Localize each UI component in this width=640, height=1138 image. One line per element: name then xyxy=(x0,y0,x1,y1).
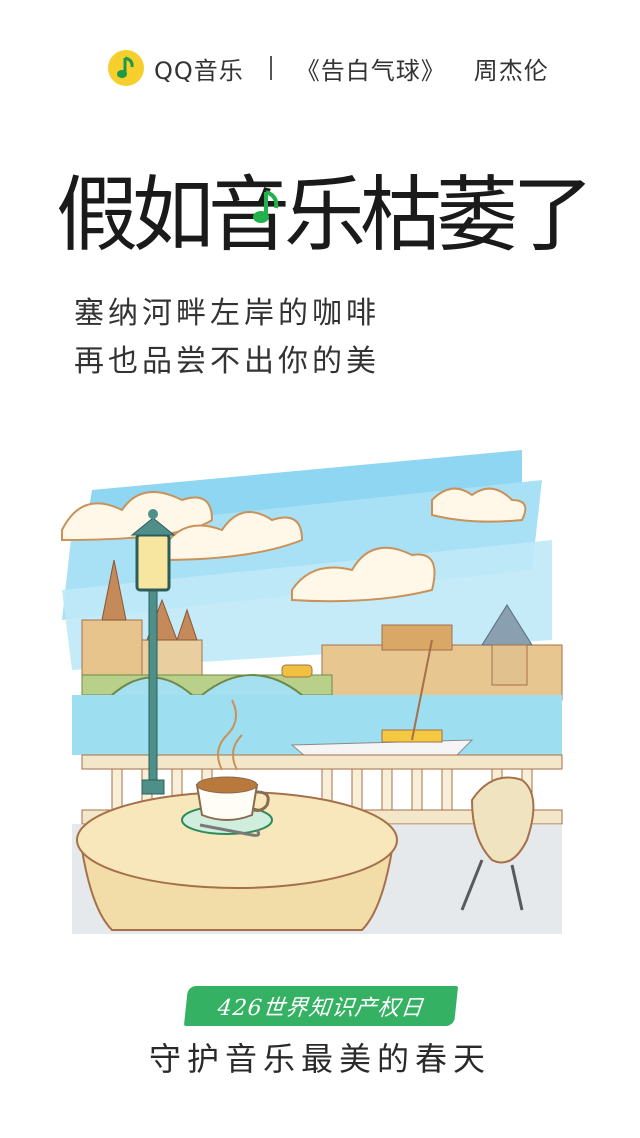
lyric-line: 塞纳河畔左岸的咖啡 xyxy=(74,296,380,331)
seine-cafe-illustration xyxy=(61,450,563,934)
artist-name: 周杰伦 xyxy=(473,56,549,85)
header-divider xyxy=(269,56,272,80)
header: QQ音乐 《告白气球》 周杰伦 xyxy=(108,48,549,88)
event-badge-label: 426世界知识产权日 xyxy=(216,996,426,1021)
brand-name: QQ音乐 xyxy=(154,56,244,85)
footer-slogan: 守护音乐最美的春天 xyxy=(148,1040,491,1078)
page-title: 假如音乐枯萎了 xyxy=(56,128,594,278)
event-badge: 426世界知识产权日 xyxy=(183,986,459,1026)
lyric-line: 再也品尝不出你的美 xyxy=(74,344,380,379)
title-text: 假如音乐枯萎了 xyxy=(56,168,594,263)
qq-music-logo-icon xyxy=(108,50,144,86)
song-title: 《告白气球》 xyxy=(295,56,446,85)
music-note-icon xyxy=(253,190,279,223)
lyrics: 塞纳河畔左岸的咖啡 再也品尝不出你的美 xyxy=(74,290,380,386)
